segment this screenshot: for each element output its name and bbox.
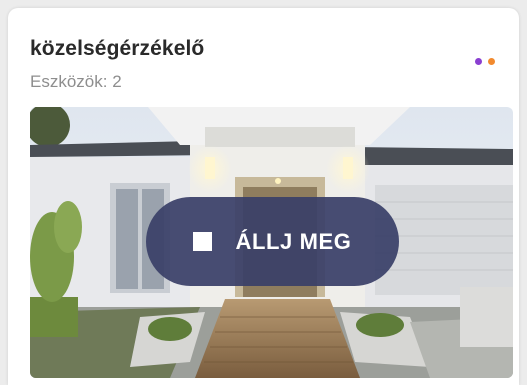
orange-dot-icon: [488, 58, 495, 65]
stop-button-label: ÁLLJ MEG: [235, 228, 352, 254]
purple-dot-icon: [475, 58, 482, 65]
stop-icon: [193, 232, 213, 251]
device-group-card[interactable]: közelségérzékelő Eszközök: 2 ÁLLJ MEG: [8, 8, 519, 385]
card-title: közelségérzékelő: [30, 37, 205, 60]
more-options-button[interactable]: [475, 58, 495, 65]
device-count: Eszközök: 2: [30, 72, 122, 91]
stop-button[interactable]: ÁLLJ MEG: [146, 197, 399, 286]
